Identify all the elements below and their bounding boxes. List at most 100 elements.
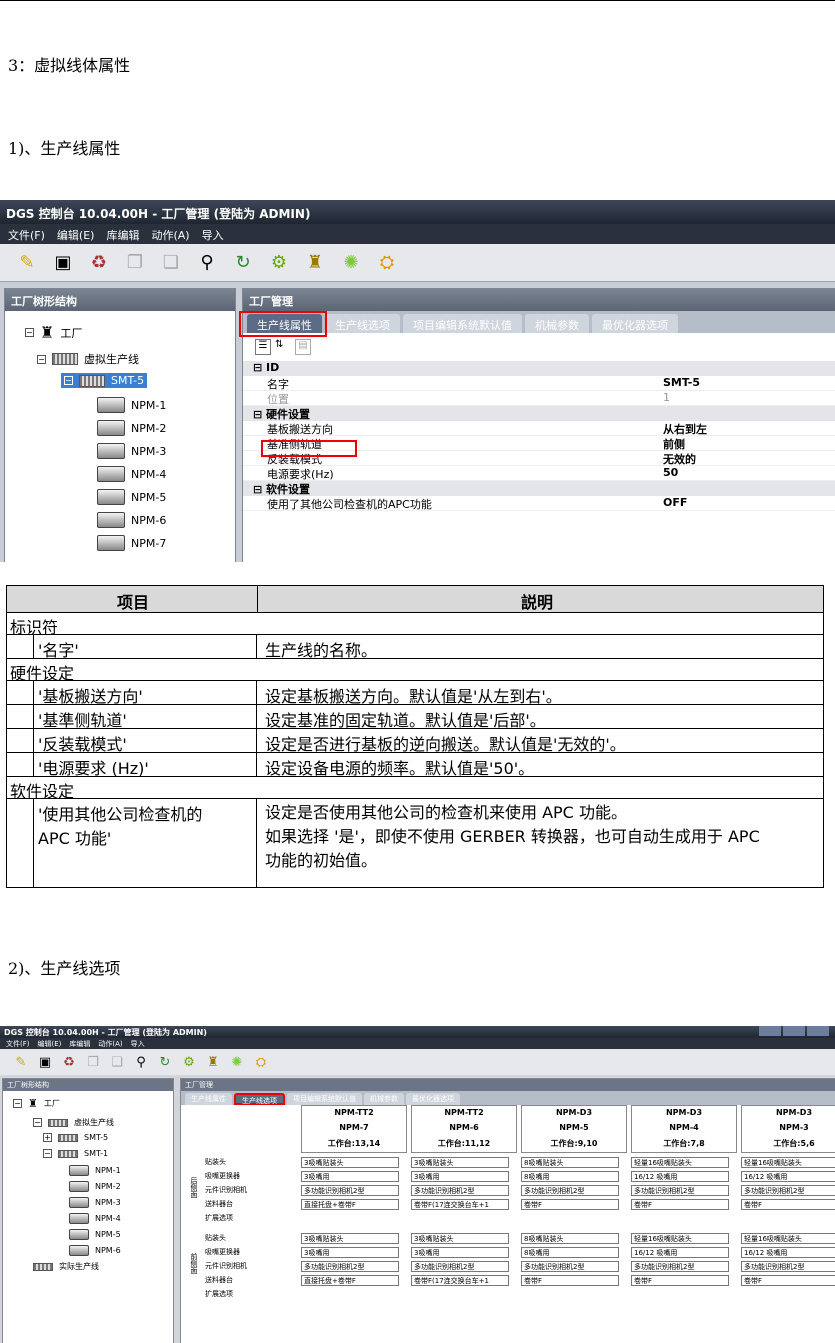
option-dropdown[interactable]: 3吸嘴用 [301, 1247, 399, 1258]
tree-node-npm6[interactable]: NPM-6 [97, 512, 166, 528]
prop-row[interactable]: 使用了其他公司检查机的APC功能 OFF [243, 496, 835, 511]
property-pages-icon[interactable]: ▤ [295, 339, 311, 355]
option-dropdown[interactable]: 3吸嘴贴装头 [411, 1157, 509, 1168]
machine-icon[interactable]: ⚙ [266, 250, 292, 276]
menu-library[interactable]: 库编辑 [106, 227, 139, 242]
option-dropdown[interactable]: 16/12 吸嘴用 [741, 1247, 835, 1258]
tab-optimizer-options[interactable]: 最优化器选项 [406, 1093, 460, 1105]
tree-node-npm3[interactable]: NPM-3 [69, 1197, 121, 1208]
menu-file[interactable]: 文件(F) [8, 227, 45, 242]
tree-node-npm4[interactable]: NPM-4 [97, 466, 166, 482]
tree-node-factory[interactable]: − ♜ 工厂 [25, 323, 82, 342]
option-dropdown[interactable]: 轻量16吸嘴贴装头 [631, 1233, 729, 1244]
refresh-icon[interactable]: ↻ [156, 1053, 174, 1071]
tree-node-npm1[interactable]: NPM-1 [69, 1165, 121, 1176]
option-dropdown[interactable]: 3吸嘴贴装头 [301, 1233, 399, 1244]
option-dropdown[interactable]: 卷带F [521, 1199, 619, 1210]
tree-node-smt5[interactable]: − SMT-5 [61, 373, 148, 388]
prop-row[interactable]: 基板搬送方向 从右到左 [243, 421, 835, 436]
crane-icon[interactable]: ⛭ [374, 250, 400, 276]
delete-icon[interactable]: ♻ [60, 1053, 78, 1071]
option-dropdown[interactable]: 卷带F(17连交换台车+1 [411, 1275, 509, 1286]
tab-project-defaults[interactable]: 项目编辑系统默认值 [287, 1093, 362, 1105]
option-dropdown[interactable]: 轻量16吸嘴贴装头 [631, 1157, 729, 1168]
factory-icon[interactable]: ♜ [204, 1053, 222, 1071]
option-dropdown[interactable]: 3吸嘴用 [301, 1171, 399, 1182]
search-icon[interactable]: ⚲ [132, 1053, 150, 1071]
prop-row[interactable]: 位置 1 [243, 391, 835, 406]
save-icon[interactable]: ▣ [50, 250, 76, 276]
factory-icon[interactable]: ♜ [302, 250, 328, 276]
prop-row[interactable]: 电源要求(Hz) 50 [243, 466, 835, 481]
menu-edit[interactable]: 编辑(E) [57, 227, 95, 242]
tab-line-options[interactable]: 生产线选项 [234, 1093, 285, 1105]
option-dropdown[interactable]: 8吸嘴用 [521, 1171, 619, 1182]
menu-library[interactable]: 库编辑 [69, 1039, 90, 1048]
option-dropdown[interactable]: 16/12 吸嘴用 [631, 1171, 729, 1182]
option-dropdown[interactable]: 多功能识别相机2型 [741, 1185, 835, 1196]
option-dropdown[interactable]: 多功能识别相机2型 [521, 1185, 619, 1196]
option-dropdown[interactable]: 16/12 吸嘴用 [741, 1171, 835, 1182]
new-icon[interactable]: ✎ [12, 1053, 30, 1071]
tab-optimizer-options[interactable]: 最优化器选项 [592, 314, 678, 333]
option-dropdown[interactable]: 多功能识别相机2型 [301, 1185, 399, 1196]
option-dropdown[interactable]: 卷带F [631, 1199, 729, 1210]
prop-row[interactable]: 名字 SMT-5 [243, 376, 835, 391]
option-dropdown[interactable]: 8吸嘴用 [521, 1247, 619, 1258]
machine-icon[interactable]: ⚙ [180, 1053, 198, 1071]
tab-project-defaults[interactable]: 项目编辑系统默认值 [403, 314, 522, 333]
option-dropdown[interactable]: 卷带F [631, 1275, 729, 1286]
option-dropdown[interactable]: 多功能识别相机2型 [631, 1261, 729, 1272]
tree-node-npm6[interactable]: NPM-6 [69, 1245, 121, 1256]
option-dropdown[interactable]: 3吸嘴贴装头 [301, 1157, 399, 1168]
categorized-icon[interactable]: ☰ [255, 339, 271, 355]
tree-node-npm7[interactable]: NPM-7 [97, 535, 166, 551]
option-dropdown[interactable]: 16/12 吸嘴用 [631, 1247, 729, 1258]
section-id[interactable]: ⊟ ID [243, 361, 835, 376]
minimize-button[interactable] [759, 1026, 781, 1036]
copy-icon[interactable]: ❐ [84, 1053, 102, 1071]
delete-icon[interactable]: ♻ [86, 250, 112, 276]
section-software[interactable]: ⊟ 软件设置 [243, 481, 835, 496]
section-hardware[interactable]: ⊟ 硬件设置 [243, 406, 835, 421]
option-dropdown[interactable]: 8吸嘴贴装头 [521, 1233, 619, 1244]
option-dropdown[interactable]: 卷带F [521, 1275, 619, 1286]
tab-machine-params[interactable]: 机械参数 [364, 1093, 404, 1105]
option-dropdown[interactable]: 3吸嘴用 [411, 1171, 509, 1182]
network-icon[interactable]: ✺ [338, 250, 364, 276]
menu-import[interactable]: 导入 [202, 227, 224, 242]
tree-node-factory[interactable]: − ♜ 工厂 [13, 1097, 60, 1110]
menu-edit[interactable]: 编辑(E) [38, 1039, 62, 1048]
crane-icon[interactable]: ⛭ [252, 1053, 270, 1071]
paste-icon[interactable]: ❏ [108, 1053, 126, 1071]
copy-icon[interactable]: ❐ [122, 250, 148, 276]
tree-node-npm5[interactable]: NPM-5 [97, 489, 166, 505]
tree-node-npm2[interactable]: NPM-2 [97, 420, 166, 436]
tree-node-npm1[interactable]: NPM-1 [97, 397, 166, 413]
option-dropdown[interactable]: 多功能识别相机2型 [411, 1185, 509, 1196]
tab-machine-params[interactable]: 机械参数 [525, 314, 589, 333]
tree-node-real-line[interactable]: 实际生产线 [33, 1261, 99, 1272]
tree-node-npm5[interactable]: NPM-5 [69, 1229, 121, 1240]
option-dropdown[interactable]: 多功能识别相机2型 [631, 1185, 729, 1196]
menu-import[interactable]: 导入 [131, 1039, 145, 1048]
tree-node-npm2[interactable]: NPM-2 [69, 1181, 121, 1192]
tab-line-properties[interactable]: 生产线属性 [185, 1093, 232, 1105]
tree-node-virtual-line[interactable]: − 虚拟生产线 [37, 351, 139, 367]
option-dropdown[interactable]: 卷带F(17连交换台车+1 [411, 1199, 509, 1210]
maximize-button[interactable] [783, 1026, 805, 1036]
menu-action[interactable]: 动作(A) [151, 227, 189, 242]
tab-line-options[interactable]: 生产线选项 [325, 314, 400, 333]
option-dropdown[interactable]: 直接托盘+卷带F [301, 1275, 399, 1286]
save-icon[interactable]: ▣ [36, 1053, 54, 1071]
option-dropdown[interactable]: 直接托盘+卷带F [301, 1199, 399, 1210]
option-dropdown[interactable]: 3吸嘴用 [411, 1247, 509, 1258]
option-dropdown[interactable]: 多功能识别相机2型 [301, 1261, 399, 1272]
option-dropdown[interactable]: 多功能识别相机2型 [521, 1261, 619, 1272]
menu-file[interactable]: 文件(F) [6, 1039, 30, 1048]
new-icon[interactable]: ✎ [14, 250, 40, 276]
refresh-icon[interactable]: ↻ [230, 250, 256, 276]
option-dropdown[interactable]: 轻量16吸嘴贴装头 [741, 1233, 835, 1244]
network-icon[interactable]: ✺ [228, 1053, 246, 1071]
close-button[interactable] [807, 1026, 829, 1036]
